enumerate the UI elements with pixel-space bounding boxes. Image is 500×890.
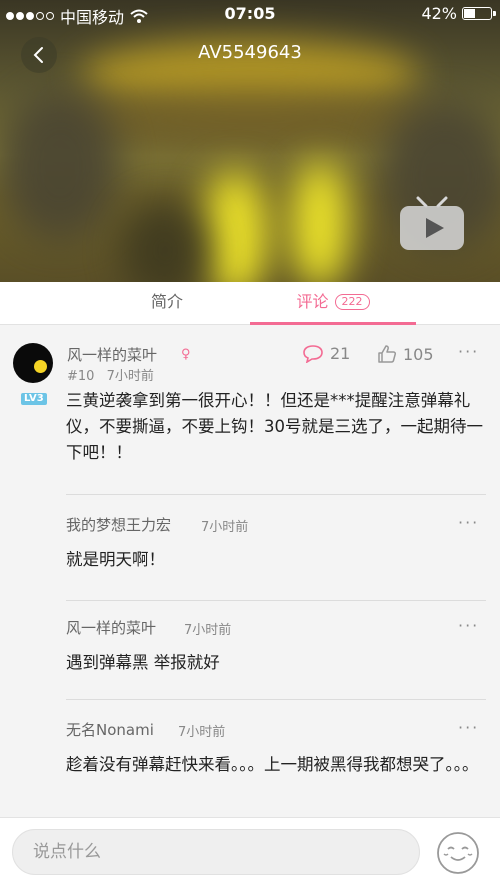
comment-time: 7小时前: [106, 369, 154, 384]
tab-bar: 简介 评论 222: [0, 282, 500, 325]
more-options-icon[interactable]: ···: [458, 342, 479, 361]
reply-author[interactable]: 无名Nonami: [66, 719, 154, 740]
battery-icon: [462, 7, 496, 20]
level-badge: LV3: [21, 393, 47, 405]
reply-time: 7小时前: [178, 725, 226, 740]
like-count: 105: [403, 344, 434, 364]
reply-text: 遇到弹幕黑 举报就好: [66, 653, 220, 672]
floor-number: #10: [67, 369, 95, 384]
tab-intro[interactable]: 简介: [84, 282, 250, 324]
more-options-icon[interactable]: ···: [458, 616, 479, 635]
divider: [66, 600, 486, 601]
avatar[interactable]: [13, 343, 53, 383]
emoji-icon[interactable]: [436, 831, 480, 875]
comment-list: LV3 风一样的菜叶 ♀ #10 7小时前 21 105 ··· 三黄逆袭拿到第…: [0, 325, 500, 817]
speech-bubble-icon: [303, 345, 323, 363]
divider: [66, 699, 486, 700]
video-cover[interactable]: 中国移动 07:05 42% AV5549643: [0, 0, 500, 282]
comment-input-bar: 说点什么: [0, 817, 500, 890]
reply-author[interactable]: 风一样的菜叶: [66, 617, 156, 638]
tv-play-icon[interactable]: [398, 196, 466, 254]
like-button[interactable]: 105: [377, 344, 434, 364]
status-bar: 中国移动 07:05 42%: [0, 0, 500, 28]
more-options-icon[interactable]: ···: [458, 718, 479, 737]
tab-comments[interactable]: 评论 222: [250, 282, 416, 324]
thumbs-up-icon: [378, 345, 397, 363]
battery-percent: 42%: [421, 4, 457, 23]
comment-text: 三黄逆袭拿到第一很开心！！但还是***提醒注意弹幕礼仪，不要撕逼，不要上钩！30…: [66, 391, 483, 462]
reply-time: 7小时前: [184, 623, 232, 638]
reply-author[interactable]: 我的梦想王力宏: [66, 514, 171, 535]
video-id-title: AV5549643: [198, 42, 302, 63]
reply-count: 21: [330, 344, 351, 363]
reply-text: 趁着没有弹幕赶快来看。。。上一期被黑得我都想哭了。。。: [66, 755, 479, 774]
comment-input[interactable]: 说点什么: [12, 829, 420, 875]
comment-author[interactable]: 风一样的菜叶: [67, 344, 157, 365]
reply-time: 7小时前: [201, 520, 249, 535]
tab-comments-label: 评论: [296, 292, 329, 311]
reply-text: 就是明天啊！: [66, 550, 165, 569]
comment-count-badge: 222: [334, 294, 370, 310]
female-icon: ♀: [181, 347, 191, 362]
divider: [66, 494, 486, 495]
reply-button[interactable]: 21: [302, 344, 350, 363]
tab-intro-label: 简介: [150, 292, 183, 311]
more-options-icon[interactable]: ···: [458, 513, 479, 532]
